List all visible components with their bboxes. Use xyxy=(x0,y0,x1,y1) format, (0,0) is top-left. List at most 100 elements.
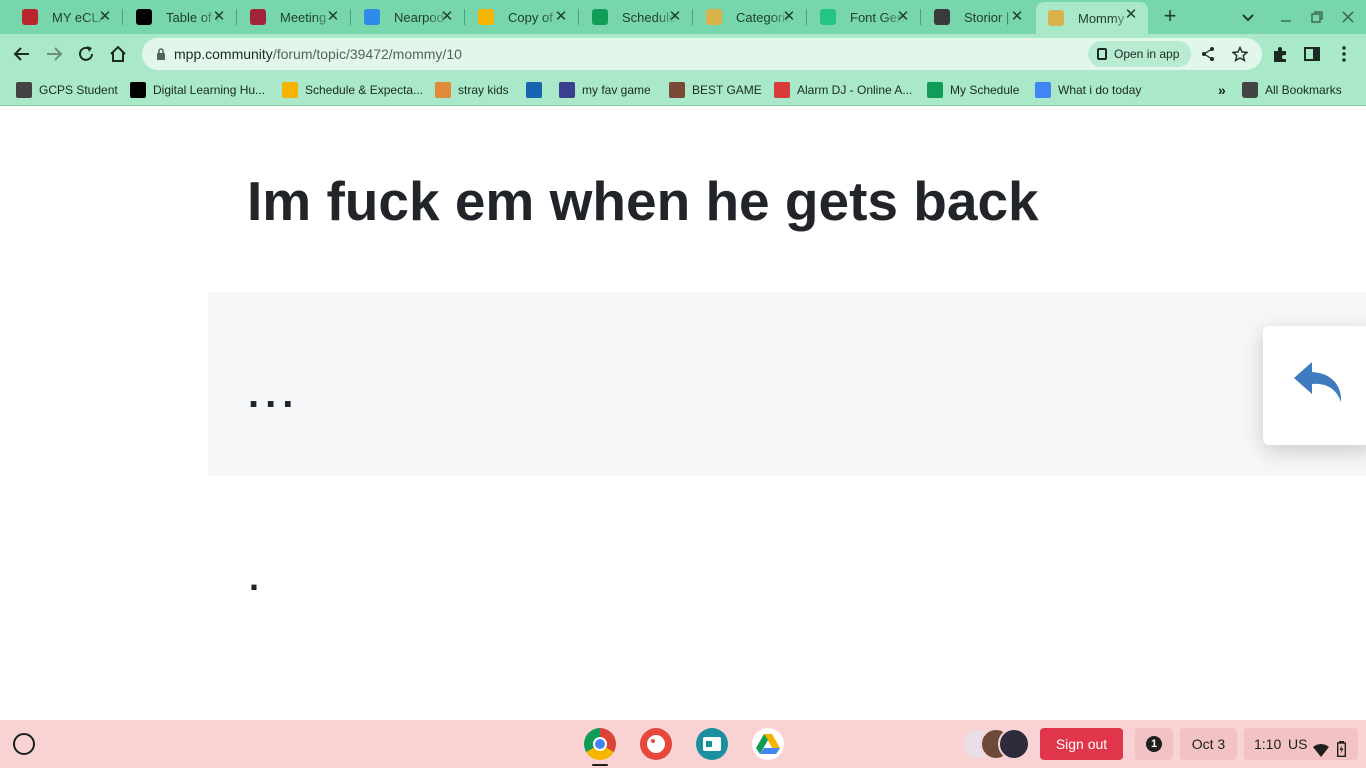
bookmark-item[interactable]: Digital Learning Hu... xyxy=(130,80,265,100)
bookmark-item[interactable]: BEST GAME xyxy=(669,80,762,100)
folder-icon xyxy=(1242,82,1258,98)
notification-count: 1 xyxy=(1146,736,1162,752)
close-tab-icon[interactable]: ✕ xyxy=(96,8,114,26)
bookmark-star-icon[interactable] xyxy=(1231,45,1249,62)
wifi-icon xyxy=(1313,737,1329,769)
extensions-icon[interactable] xyxy=(1270,44,1290,64)
post-title: Im fuck em when he gets back xyxy=(247,170,1039,232)
browser-toolbar: mpp.community/forum/topic/39472/mommy/10… xyxy=(0,34,1366,74)
tab[interactable]: Mommy ✕ xyxy=(1036,2,1148,34)
tab-separator xyxy=(350,9,351,25)
d2l-icon xyxy=(136,9,152,25)
user-avatars[interactable] xyxy=(962,728,1030,760)
d2l-icon xyxy=(130,82,146,98)
bookmark-label: My Schedule xyxy=(950,83,1020,97)
tab-separator xyxy=(920,9,921,25)
avatar xyxy=(998,728,1030,760)
bookmark-item[interactable]: Schedule & Expecta... xyxy=(282,80,423,100)
back-icon[interactable] xyxy=(10,42,34,66)
open-in-app-label: Open in app xyxy=(1114,47,1180,61)
menu-kebab-icon[interactable] xyxy=(1334,44,1354,64)
tab[interactable]: Storior | ✕ xyxy=(922,4,1034,30)
more-bookmarks-icon[interactable]: » xyxy=(1218,82,1226,98)
alarm-icon xyxy=(774,82,790,98)
close-tab-icon[interactable]: ✕ xyxy=(780,8,798,26)
tab-separator xyxy=(236,9,237,25)
bookmark-item[interactable]: Alarm DJ - Online A... xyxy=(774,80,912,100)
chrome-icon[interactable] xyxy=(584,728,616,760)
input-method: US xyxy=(1288,736,1308,752)
all-bookmarks-button[interactable]: All Bookmarks xyxy=(1242,80,1342,100)
close-window-icon[interactable] xyxy=(1338,7,1358,27)
pinterest-icon xyxy=(435,82,451,98)
tab[interactable]: Categories✕ xyxy=(694,4,807,30)
restore-icon[interactable] xyxy=(1307,7,1327,27)
bookmark-label: BEST GAME xyxy=(692,83,762,97)
tab[interactable]: Table of Contents✕ xyxy=(124,4,237,30)
os-shelf: Sign out 1 Oct 3 1:10 US xyxy=(0,720,1366,768)
clock: 1:10 xyxy=(1254,736,1282,752)
bookmark-item[interactable] xyxy=(526,80,549,100)
side-panel-icon[interactable] xyxy=(1302,44,1322,64)
close-tab-icon[interactable]: ✕ xyxy=(552,8,570,26)
tab-search-icon[interactable] xyxy=(1238,7,1258,27)
app-icon xyxy=(1097,48,1107,60)
sheets-icon xyxy=(927,82,943,98)
close-tab-icon[interactable]: ✕ xyxy=(666,8,684,26)
battery-icon xyxy=(1336,736,1346,768)
open-in-app-button[interactable]: Open in app xyxy=(1088,41,1192,67)
building-icon xyxy=(16,82,32,98)
sign-out-button[interactable]: Sign out xyxy=(1040,728,1123,760)
status-tray[interactable]: 1:10 US xyxy=(1244,728,1358,760)
notification-center[interactable]: 1 xyxy=(1135,728,1173,760)
bookmarks-bar: GCPS Student Digital Learning Hu... Schedu… xyxy=(0,74,1366,106)
date-display[interactable]: Oct 3 xyxy=(1180,728,1237,760)
bookmark-item[interactable]: My Schedule xyxy=(927,80,1019,100)
nearpod-icon xyxy=(364,9,380,25)
lock-icon[interactable] xyxy=(154,47,168,61)
game-icon xyxy=(559,82,575,98)
launcher-icon[interactable] xyxy=(13,733,35,755)
url-path: /forum/topic/39472/mommy/10 xyxy=(272,46,462,62)
minimize-icon[interactable] xyxy=(1276,7,1296,27)
bookmark-label: GCPS Student xyxy=(39,83,118,97)
face-icon xyxy=(669,82,685,98)
tab[interactable]: Nearpod ✕ xyxy=(352,4,465,30)
close-tab-icon[interactable]: ✕ xyxy=(1122,6,1140,24)
share-icon[interactable] xyxy=(1200,46,1216,62)
classroom-app-icon[interactable] xyxy=(696,728,728,760)
reload-icon[interactable] xyxy=(74,42,98,66)
url-text[interactable]: mpp.community/forum/topic/39472/mommy/10 xyxy=(174,46,462,62)
tab[interactable]: Font Generator✕ xyxy=(808,4,921,30)
post-body-text: . xyxy=(249,557,260,598)
tab-separator xyxy=(464,9,465,25)
meeting-icon xyxy=(250,9,266,25)
forward-icon[interactable] xyxy=(42,42,66,66)
close-tab-icon[interactable]: ✕ xyxy=(210,8,228,26)
paint-app-icon[interactable] xyxy=(640,728,672,760)
close-tab-icon[interactable]: ✕ xyxy=(438,8,456,26)
drive-icon[interactable] xyxy=(752,728,784,760)
music-icon xyxy=(1048,10,1064,26)
tab[interactable]: Schedule ✕ xyxy=(580,4,693,30)
bookmark-item[interactable]: stray kids xyxy=(435,80,509,100)
bookmark-item[interactable]: my fav game xyxy=(559,80,651,100)
tab-separator xyxy=(122,9,123,25)
close-tab-icon[interactable]: ✕ xyxy=(324,8,342,26)
bookmark-label: What i do today xyxy=(1058,83,1142,97)
tab-strip: MY eCLASS✕Table of Contents✕Meeting✕Near… xyxy=(0,0,1366,34)
address-bar[interactable]: mpp.community/forum/topic/39472/mommy/10… xyxy=(142,38,1262,70)
bookmark-item[interactable]: What i do today xyxy=(1035,80,1141,100)
tab[interactable]: Copy of ✕ xyxy=(466,4,579,30)
new-tab-button[interactable]: + xyxy=(1158,5,1182,29)
close-tab-icon[interactable]: ✕ xyxy=(894,8,912,26)
docs-icon xyxy=(1035,82,1051,98)
reply-button[interactable] xyxy=(1263,326,1366,445)
bookmark-label: Schedule & Expecta... xyxy=(305,83,424,97)
bookmark-item[interactable]: GCPS Student xyxy=(16,80,118,100)
tab[interactable]: Meeting ✕ xyxy=(238,4,351,30)
tab-separator xyxy=(806,9,807,25)
close-tab-icon[interactable]: ✕ xyxy=(1008,8,1026,26)
tab[interactable]: MY eCLASS✕ xyxy=(10,4,123,30)
home-icon[interactable] xyxy=(106,42,130,66)
